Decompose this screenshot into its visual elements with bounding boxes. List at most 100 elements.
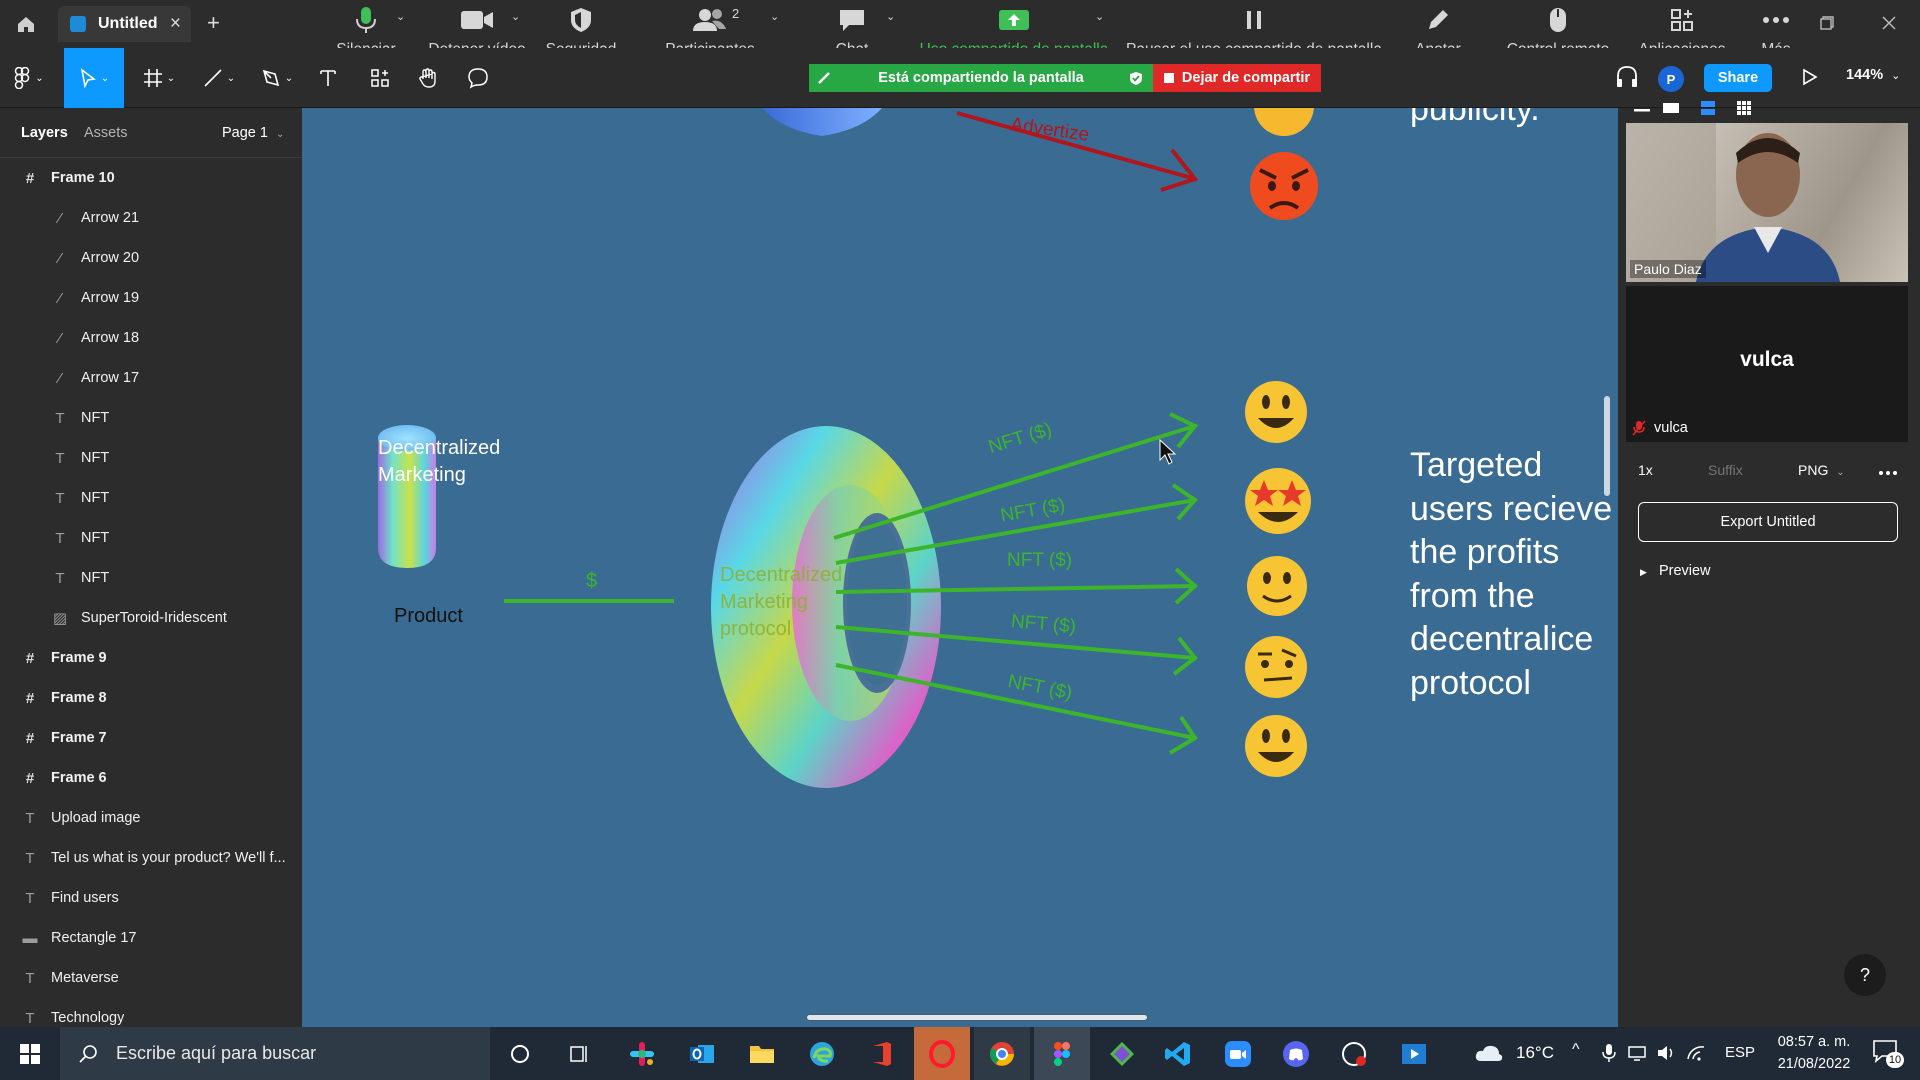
layer-row[interactable]: ▨ SuperToroid-Iridescent [0,598,302,638]
single-video-icon[interactable] [1662,102,1680,114]
comment-tool-button[interactable] [462,48,494,108]
layer-row[interactable]: T Upload image [0,798,302,838]
weather-cloud-icon[interactable] [1474,1043,1504,1063]
slack-app[interactable] [614,1027,670,1080]
file-explorer-app[interactable] [734,1027,790,1080]
frame-tool-button[interactable]: ⌄ [134,48,184,108]
tray-display-icon[interactable] [1628,1045,1646,1061]
close-tab-icon[interactable]: × [170,13,181,35]
tab-assets[interactable]: Assets [84,125,128,141]
restore-window-icon[interactable] [1820,16,1834,30]
discord-app[interactable] [1268,1027,1324,1080]
zoom-level-dropdown[interactable]: 144% ⌄ [1846,67,1900,83]
tab-layers[interactable]: Layers [21,125,68,141]
vscode-app[interactable] [1150,1027,1206,1080]
targeted-line4: from the [1410,576,1535,615]
gallery-view-icon[interactable] [1736,100,1752,116]
cortana-button[interactable] [492,1027,548,1080]
browser-tab[interactable]: Untitled × [58,6,191,42]
participants-caret-icon[interactable]: ⌄ [770,10,779,23]
headphones-icon[interactable] [1614,64,1640,90]
close-window-icon[interactable] [1882,16,1896,30]
outlook-app[interactable] [674,1027,730,1080]
notifications-button[interactable]: 10 [1872,1039,1906,1069]
minimize-video-icon[interactable] [1634,106,1650,114]
layer-row[interactable]: T NFT [0,438,302,478]
video-caret-icon[interactable]: ⌄ [511,10,520,23]
language-indicator[interactable]: ESP [1725,1044,1755,1061]
move-tool-button[interactable]: ⌄ [64,48,124,108]
hand-tool-button[interactable] [412,48,444,108]
tray-wifi-icon[interactable] [1686,1045,1706,1061]
layer-row[interactable]: T Find users [0,878,302,918]
participant-video[interactable]: Paulo Diaz [1626,123,1908,282]
pen-tool-button[interactable]: ⌄ [252,48,302,108]
mute-caret-icon[interactable]: ⌄ [396,10,405,23]
layer-row[interactable]: T Metaverse [0,958,302,998]
clock[interactable]: 08:57 a. m. 21/08/2022 [1766,1031,1862,1075]
design-canvas[interactable]: Advertize publicity. Decentralized Marke… [302,108,1618,1027]
export-suffix-input[interactable] [1704,456,1804,484]
layer-row[interactable]: T NFT [0,518,302,558]
layer-row[interactable]: ▬ Rectangle 17 [0,918,302,958]
export-format-dropdown[interactable]: PNG ⌄ [1798,462,1845,478]
participant-tile-vulca[interactable]: vulca vulca [1626,286,1908,442]
office-app[interactable] [854,1027,910,1080]
menu-caret-icon: ⌄ [35,72,44,84]
figma-app[interactable] [1034,1027,1090,1080]
components-tool-button[interactable] [364,48,396,108]
taskbar-search[interactable]: Escribe aquí para buscar [60,1027,490,1080]
tray-chevron-icon[interactable]: ^ [1572,1041,1580,1059]
new-tab-button[interactable]: + [207,10,220,36]
speaker-view-icon[interactable] [1700,100,1716,116]
text-tool-icon [320,70,336,86]
export-button[interactable]: Export Untitled [1638,502,1898,542]
page-dropdown[interactable]: Page 1 ⌄ [222,125,284,141]
layer-row[interactable]: T Tel us what is your product? We'll f... [0,838,302,878]
canvas-horizontal-scrollbar[interactable] [806,1014,1148,1021]
start-button[interactable] [2,1027,58,1080]
arrow-layer-icon: ⁄ [58,369,62,387]
user-avatar[interactable]: P [1658,66,1684,92]
home-button[interactable] [0,0,52,48]
layer-row[interactable]: # Frame 10 [0,158,302,198]
tray-volume-icon[interactable] [1656,1045,1676,1061]
chat-caret-icon[interactable]: ⌄ [886,10,895,23]
layer-row[interactable]: # Frame 9 [0,638,302,678]
line-tool-button[interactable]: ⌄ [194,48,244,108]
layer-row[interactable]: ⁄ Arrow 20 [0,238,302,278]
text-tool-button[interactable] [312,48,344,108]
present-play-icon[interactable] [1802,68,1818,86]
layer-row[interactable]: T NFT [0,478,302,518]
layer-row[interactable]: T NFT [0,558,302,598]
layer-row[interactable]: # Frame 6 [0,758,302,798]
stop-sharing-button[interactable]: Dejar de compartir [1153,64,1321,92]
layer-row[interactable]: T NFT [0,398,302,438]
canvas-vertical-scrollbar[interactable] [1604,396,1610,496]
tray-mic-icon[interactable] [1602,1043,1616,1063]
arrow-layer-icon: ⁄ [58,289,62,307]
media-app[interactable] [1386,1027,1442,1080]
layer-row[interactable]: # Frame 8 [0,678,302,718]
layer-row[interactable]: ⁄ Arrow 17 [0,358,302,398]
share-button[interactable]: Share [1704,64,1772,92]
help-button[interactable]: ? [1844,954,1886,996]
zoom-app[interactable] [1210,1027,1266,1080]
layer-row[interactable]: ⁄ Arrow 18 [0,318,302,358]
main-menu-button[interactable]: ⌄ [4,48,54,108]
layer-row[interactable]: ⁄ Arrow 21 [0,198,302,238]
chrome-app[interactable] [974,1027,1030,1080]
layer-row[interactable]: # Frame 7 [0,718,302,758]
edge-app[interactable] [794,1027,850,1080]
task-view-button[interactable] [552,1027,608,1080]
opera-app[interactable] [914,1027,970,1080]
export-scale[interactable]: 1x [1638,462,1653,478]
arrow-layer-icon: ⁄ [58,329,62,347]
share-caret-icon[interactable]: ⌄ [1095,10,1104,23]
preview-toggle[interactable]: ▶ Preview [1640,563,1711,579]
export-more-icon[interactable] [1878,470,1898,476]
layer-row[interactable]: ⁄ Arrow 19 [0,278,302,318]
git-app[interactable] [1094,1027,1150,1080]
recording-app[interactable] [1326,1027,1382,1080]
targeted-users-text: Targeted users recieve the profits from … [1410,444,1612,705]
